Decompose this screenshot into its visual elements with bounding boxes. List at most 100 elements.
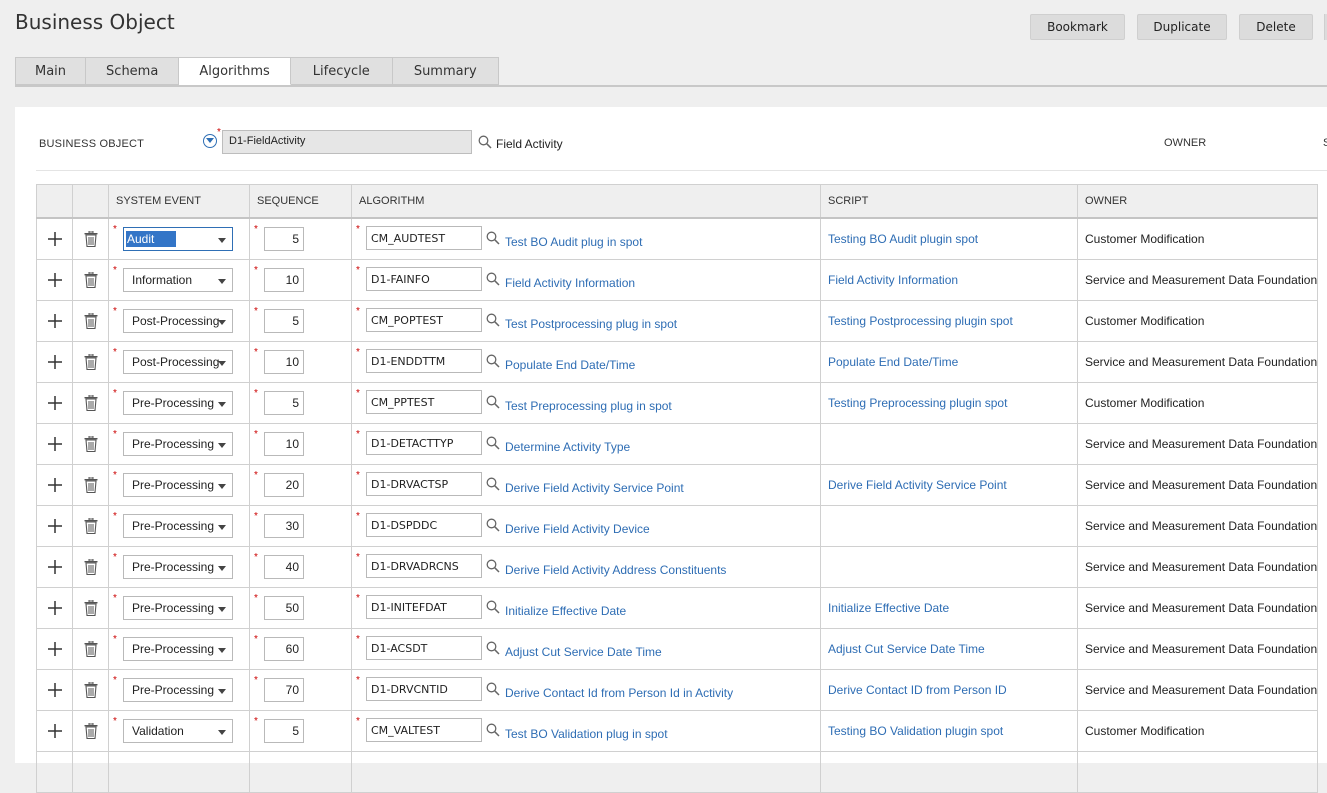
algorithm-input[interactable]: D1-ACSDT <box>366 636 482 660</box>
sequence-input[interactable]: 60 <box>264 637 304 661</box>
algorithm-input[interactable]: D1-DRVADRCNS <box>366 554 482 578</box>
system-event-select[interactable]: Pre-Processing <box>123 555 233 579</box>
search-icon[interactable] <box>478 135 492 152</box>
algorithm-input[interactable]: CM_PPTEST <box>366 390 482 414</box>
delete-row-icon[interactable] <box>73 260 108 300</box>
system-event-select[interactable]: Validation <box>123 719 233 743</box>
context-menu-icon[interactable] <box>203 134 217 148</box>
algorithm-description-link[interactable]: Test Postprocessing plug in spot <box>505 317 677 331</box>
search-icon[interactable] <box>486 436 500 453</box>
script-link[interactable]: Testing BO Validation plugin spot <box>821 724 1003 738</box>
delete-row-icon[interactable] <box>73 383 108 423</box>
add-row-icon[interactable] <box>37 219 72 259</box>
add-row-icon[interactable] <box>37 670 72 710</box>
delete-row-icon[interactable] <box>73 342 108 382</box>
algorithm-description-link[interactable]: Derive Field Activity Service Point <box>505 481 684 495</box>
algorithm-input[interactable]: CM_VALTEST <box>366 718 482 742</box>
delete-row-icon[interactable] <box>73 629 108 669</box>
sequence-input[interactable]: 5 <box>264 227 304 251</box>
add-row-icon[interactable] <box>37 260 72 300</box>
column-header-system-event[interactable]: SYSTEM EVENT <box>108 184 250 219</box>
script-link[interactable]: Testing Preprocessing plugin spot <box>821 396 1007 410</box>
tab-schema[interactable]: Schema <box>86 57 180 85</box>
algorithm-input[interactable]: D1-INITEFDAT <box>366 595 482 619</box>
delete-row-icon[interactable] <box>73 588 108 628</box>
algorithm-description-link[interactable]: Populate End Date/Time <box>505 358 635 372</box>
delete-row-icon[interactable] <box>73 465 108 505</box>
search-icon[interactable] <box>486 395 500 412</box>
tab-summary[interactable]: Summary <box>392 57 499 85</box>
sequence-input[interactable]: 40 <box>264 555 304 579</box>
system-event-select[interactable]: Pre-Processing <box>123 432 233 456</box>
search-icon[interactable] <box>486 231 500 248</box>
tab-lifecycle[interactable]: Lifecycle <box>290 57 393 85</box>
search-icon[interactable] <box>486 272 500 289</box>
delete-button[interactable]: Delete <box>1239 14 1313 40</box>
search-icon[interactable] <box>486 477 500 494</box>
sequence-input[interactable]: 5 <box>264 391 304 415</box>
column-header-algorithm[interactable]: ALGORITHM <box>351 184 821 219</box>
script-link[interactable]: Derive Contact ID from Person ID <box>821 683 1007 697</box>
algorithm-description-link[interactable]: Field Activity Information <box>505 276 635 290</box>
algorithm-description-link[interactable]: Test BO Validation plug in spot <box>505 727 668 741</box>
system-event-select[interactable]: Post-Processing <box>123 350 233 374</box>
search-icon[interactable] <box>486 313 500 330</box>
system-event-select[interactable]: Pre-Processing <box>123 637 233 661</box>
search-icon[interactable] <box>486 600 500 617</box>
tab-algorithms[interactable]: Algorithms <box>179 57 291 85</box>
sequence-input[interactable]: 10 <box>264 268 304 292</box>
algorithm-description-link[interactable]: Adjust Cut Service Date Time <box>505 645 662 659</box>
script-link[interactable]: Testing BO Audit plugin spot <box>821 232 978 246</box>
algorithm-input[interactable]: D1-DRVACTSP <box>366 472 482 496</box>
algorithm-description-link[interactable]: Derive Contact Id from Person Id in Acti… <box>505 686 733 700</box>
system-event-select[interactable]: Audit <box>123 227 233 251</box>
search-icon[interactable] <box>486 682 500 699</box>
add-row-icon[interactable] <box>37 301 72 341</box>
add-row-icon[interactable] <box>37 342 72 382</box>
delete-row-icon[interactable] <box>73 670 108 710</box>
system-event-select[interactable]: Information <box>123 268 233 292</box>
script-link[interactable]: Field Activity Information <box>821 273 958 287</box>
search-icon[interactable] <box>486 518 500 535</box>
delete-row-icon[interactable] <box>73 424 108 464</box>
delete-row-icon[interactable] <box>73 506 108 546</box>
add-row-icon[interactable] <box>37 547 72 587</box>
script-link[interactable] <box>821 437 828 451</box>
sequence-input[interactable]: 30 <box>264 514 304 538</box>
algorithm-description-link[interactable]: Derive Field Activity Device <box>505 522 650 536</box>
column-header-owner[interactable]: OWNER <box>1076 184 1319 219</box>
algorithm-description-link[interactable]: Test BO Audit plug in spot <box>505 235 642 249</box>
business-object-field[interactable]: D1-FieldActivity <box>222 130 472 154</box>
bookmark-button[interactable]: Bookmark <box>1030 14 1125 40</box>
script-link[interactable]: Populate End Date/Time <box>821 355 958 369</box>
system-event-select[interactable]: Post-Processing <box>123 309 233 333</box>
algorithm-input[interactable]: D1-DRVCNTID <box>366 677 482 701</box>
sequence-input[interactable]: 20 <box>264 473 304 497</box>
algorithm-description-link[interactable]: Test Preprocessing plug in spot <box>505 399 672 413</box>
sequence-input[interactable]: 5 <box>264 719 304 743</box>
sequence-input[interactable]: 10 <box>264 432 304 456</box>
column-header-sequence[interactable]: SEQUENCE <box>249 184 352 219</box>
algorithm-description-link[interactable]: Initialize Effective Date <box>505 604 626 618</box>
column-header-script[interactable]: SCRIPT <box>820 184 1078 219</box>
system-event-select[interactable]: Pre-Processing <box>123 596 233 620</box>
system-event-select[interactable]: Pre-Processing <box>123 473 233 497</box>
script-link[interactable]: Derive Field Activity Service Point <box>821 478 1007 492</box>
add-row-icon[interactable] <box>37 465 72 505</box>
delete-row-icon[interactable] <box>73 301 108 341</box>
search-icon[interactable] <box>486 354 500 371</box>
system-event-select[interactable]: Pre-Processing <box>123 391 233 415</box>
search-icon[interactable] <box>486 641 500 658</box>
search-icon[interactable] <box>486 723 500 740</box>
sequence-input[interactable]: 50 <box>264 596 304 620</box>
script-link[interactable]: Adjust Cut Service Date Time <box>821 642 985 656</box>
algorithm-input[interactable]: D1-FAINFO <box>366 267 482 291</box>
duplicate-button[interactable]: Duplicate <box>1137 14 1227 40</box>
algorithm-input[interactable]: CM_AUDTEST <box>366 226 482 250</box>
script-link[interactable] <box>821 560 828 574</box>
delete-row-icon[interactable] <box>73 219 108 259</box>
algorithm-input[interactable]: CM_POPTEST <box>366 308 482 332</box>
add-row-icon[interactable] <box>37 629 72 669</box>
sequence-input[interactable]: 70 <box>264 678 304 702</box>
add-row-icon[interactable] <box>37 383 72 423</box>
